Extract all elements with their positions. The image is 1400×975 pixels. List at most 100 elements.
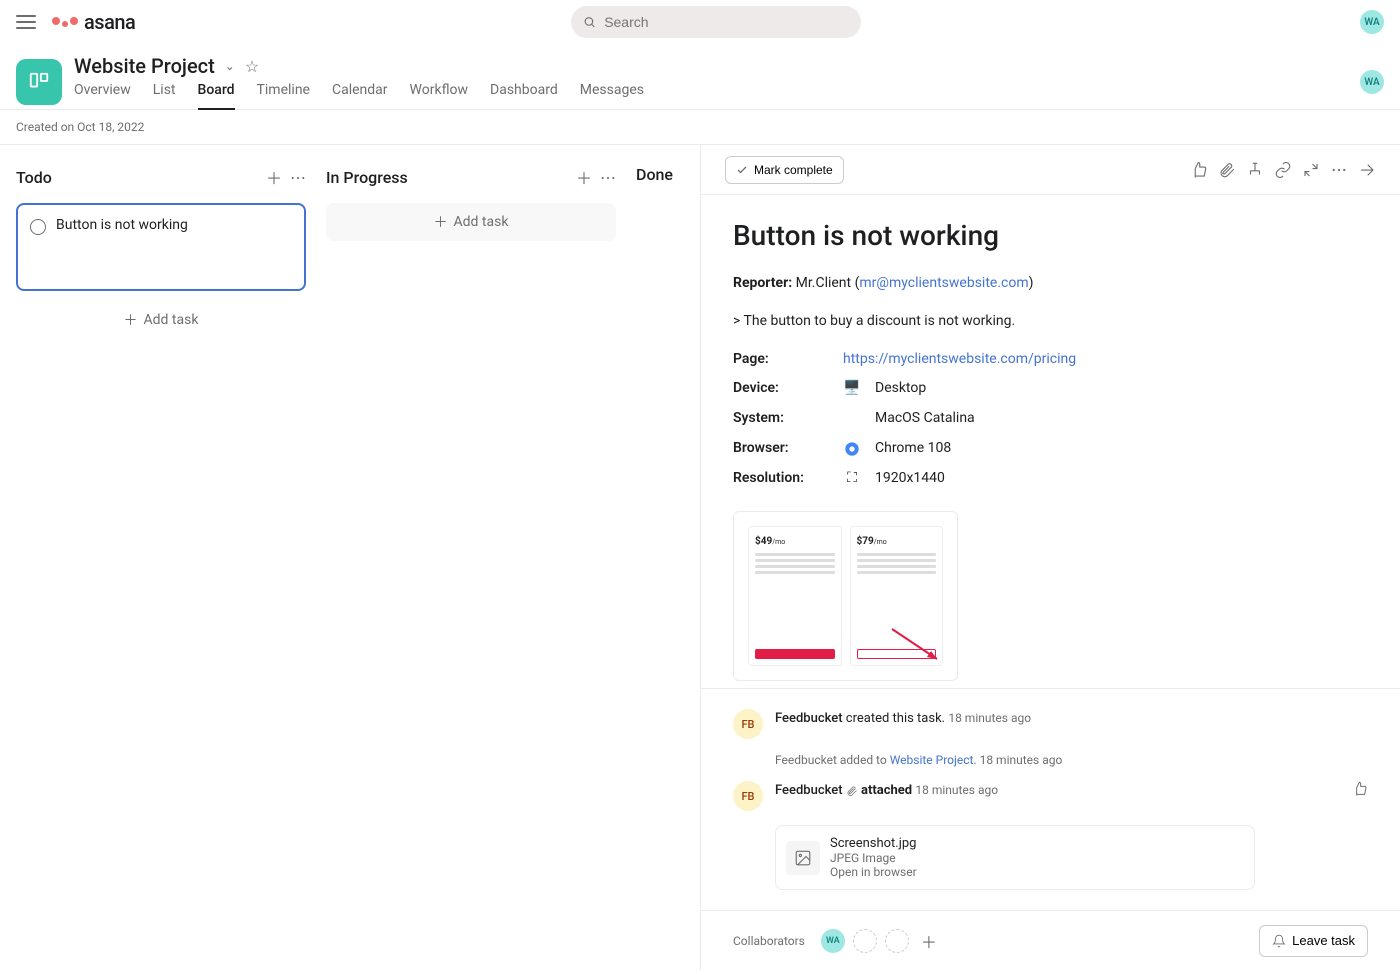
tab-timeline[interactable]: Timeline [257, 82, 310, 110]
tab-dashboard[interactable]: Dashboard [490, 82, 558, 110]
reporter-email[interactable]: mr@myclientswebsite.com [859, 275, 1028, 291]
topbar: asana WA [0, 0, 1400, 44]
attachment-type: JPEG Image [830, 851, 896, 865]
screenshot-thumbnail[interactable]: $49/mo $79/mo [733, 511, 958, 681]
search-icon [583, 15, 596, 29]
like-icon[interactable] [1352, 781, 1368, 797]
asana-logo[interactable]: asana [52, 10, 135, 34]
activity-actor[interactable]: Feedbucket [775, 711, 843, 726]
activity-actor[interactable]: Feedbucket [775, 783, 843, 798]
column-title: Done [636, 165, 673, 184]
task-card-title: Button is not working [56, 217, 188, 277]
column-done: Done [636, 165, 700, 950]
collaborator-avatar[interactable]: WA [821, 929, 845, 953]
attachment-name: Screenshot.jpg [830, 836, 917, 851]
apple-icon [843, 410, 861, 428]
more-icon[interactable]: ⋯ [600, 168, 616, 187]
subtask-icon[interactable] [1246, 161, 1264, 179]
complete-checkbox[interactable] [30, 219, 46, 235]
tab-board[interactable]: Board [198, 82, 235, 110]
activity-time: . 18 minutes ago [973, 753, 1062, 767]
task-card[interactable]: Button is not working [16, 203, 306, 291]
user-avatar[interactable]: WA [1360, 10, 1384, 34]
activity-item: FB Feedbucket created this task. 18 minu… [733, 709, 1368, 739]
activity-time: 18 minutes ago [915, 783, 998, 797]
reporter-name: Mr.Client ( [796, 275, 860, 291]
more-icon[interactable] [1330, 161, 1348, 179]
tab-calendar[interactable]: Calendar [332, 82, 388, 110]
attachment-card[interactable]: Screenshot.jpg JPEG Image Open in browse… [775, 825, 1255, 890]
resolution-icon: ⛶ [843, 470, 861, 488]
activity-action: attached [861, 783, 912, 798]
resolution-label: Resolution: [733, 467, 833, 491]
activity-action: added to [840, 753, 887, 767]
check-icon [736, 164, 748, 176]
page-link[interactable]: https://myclientswebsite.com/pricing [843, 351, 1076, 367]
annotation-arrow-icon [887, 624, 947, 664]
desktop-icon: 🖥️ [843, 380, 861, 398]
activity-actor: Feedbucket [775, 753, 837, 767]
leave-task-label: Leave task [1292, 933, 1355, 948]
board: Todo ＋ ⋯ Button is not working ＋ Add tas… [0, 145, 700, 970]
add-task-button[interactable]: ＋ Add task [16, 301, 306, 339]
plus-icon[interactable]: ＋ [266, 165, 282, 189]
system-value: MacOS Catalina [875, 407, 1368, 431]
reporter-label: Reporter: [733, 275, 792, 291]
leave-task-button[interactable]: Leave task [1259, 925, 1368, 957]
add-collaborator-button[interactable]: ＋ [917, 929, 941, 953]
system-label: System: [733, 407, 833, 431]
add-task-button[interactable]: ＋ Add task [326, 203, 616, 241]
device-label: Device: [733, 377, 833, 401]
search-input[interactable] [571, 6, 861, 38]
link-icon[interactable] [1274, 161, 1292, 179]
search-field[interactable] [604, 14, 849, 30]
more-icon[interactable]: ⋯ [290, 168, 306, 187]
menu-icon[interactable] [16, 15, 36, 29]
activity-item: FB Feedbucket attached 18 minutes ago [733, 781, 1368, 811]
column-in-progress: In Progress ＋ ⋯ ＋ Add task [326, 165, 616, 950]
bell-icon [1272, 934, 1286, 948]
open-in-browser-link[interactable]: Open in browser [830, 865, 917, 879]
add-task-label: Add task [144, 312, 199, 328]
expand-icon[interactable] [1302, 161, 1320, 179]
chrome-icon [843, 440, 861, 458]
device-value: Desktop [875, 377, 1368, 401]
browser-value: Chrome 108 [875, 437, 1368, 461]
resolution-value: 1920x1440 [875, 467, 1368, 491]
like-icon[interactable] [1190, 161, 1208, 179]
created-date: Created on Oct 18, 2022 [0, 110, 1400, 144]
project-member-avatar[interactable]: WA [1360, 70, 1384, 94]
user-avatar[interactable]: FB [733, 709, 763, 739]
mark-complete-button[interactable]: Mark complete [725, 156, 844, 184]
star-icon[interactable]: ☆ [245, 57, 259, 76]
task-detail-panel: Mark complete Button is not working Repo… [700, 145, 1400, 970]
tab-overview[interactable]: Overview [74, 82, 131, 110]
add-task-label: Add task [454, 214, 509, 230]
plus-icon[interactable]: ＋ [576, 165, 592, 189]
browser-label: Browser: [733, 437, 833, 461]
chevron-down-icon[interactable]: ⌄ [225, 59, 235, 73]
collaborator-placeholder[interactable] [853, 929, 877, 953]
project-icon [16, 59, 62, 105]
user-avatar[interactable]: FB [733, 781, 763, 811]
project-tabs: Overview List Board Timeline Calendar Wo… [74, 82, 644, 110]
task-description: Reporter: Mr.Client (mr@myclientswebsite… [733, 272, 1368, 688]
project-link[interactable]: Website Project [890, 753, 974, 767]
collaborator-placeholder[interactable] [885, 929, 909, 953]
tab-workflow[interactable]: Workflow [410, 82, 469, 110]
column-title: Todo [16, 168, 52, 187]
activity-time: 18 minutes ago [948, 711, 1031, 725]
panel-footer: Collaborators WA ＋ Leave task [701, 910, 1400, 970]
panel-toolbar: Mark complete [701, 145, 1400, 195]
plus-icon: ＋ [434, 212, 448, 232]
mark-complete-label: Mark complete [754, 163, 833, 177]
image-icon [786, 841, 820, 875]
details-grid: Page: https://myclientswebsite.com/prici… [733, 348, 1368, 491]
tab-messages[interactable]: Messages [580, 82, 644, 110]
tab-list[interactable]: List [153, 82, 176, 110]
close-icon[interactable] [1358, 161, 1376, 179]
attachment-icon[interactable] [1218, 161, 1236, 179]
page-label: Page: [733, 348, 833, 372]
attachment-icon [846, 785, 858, 797]
task-title[interactable]: Button is not working [733, 219, 1368, 252]
